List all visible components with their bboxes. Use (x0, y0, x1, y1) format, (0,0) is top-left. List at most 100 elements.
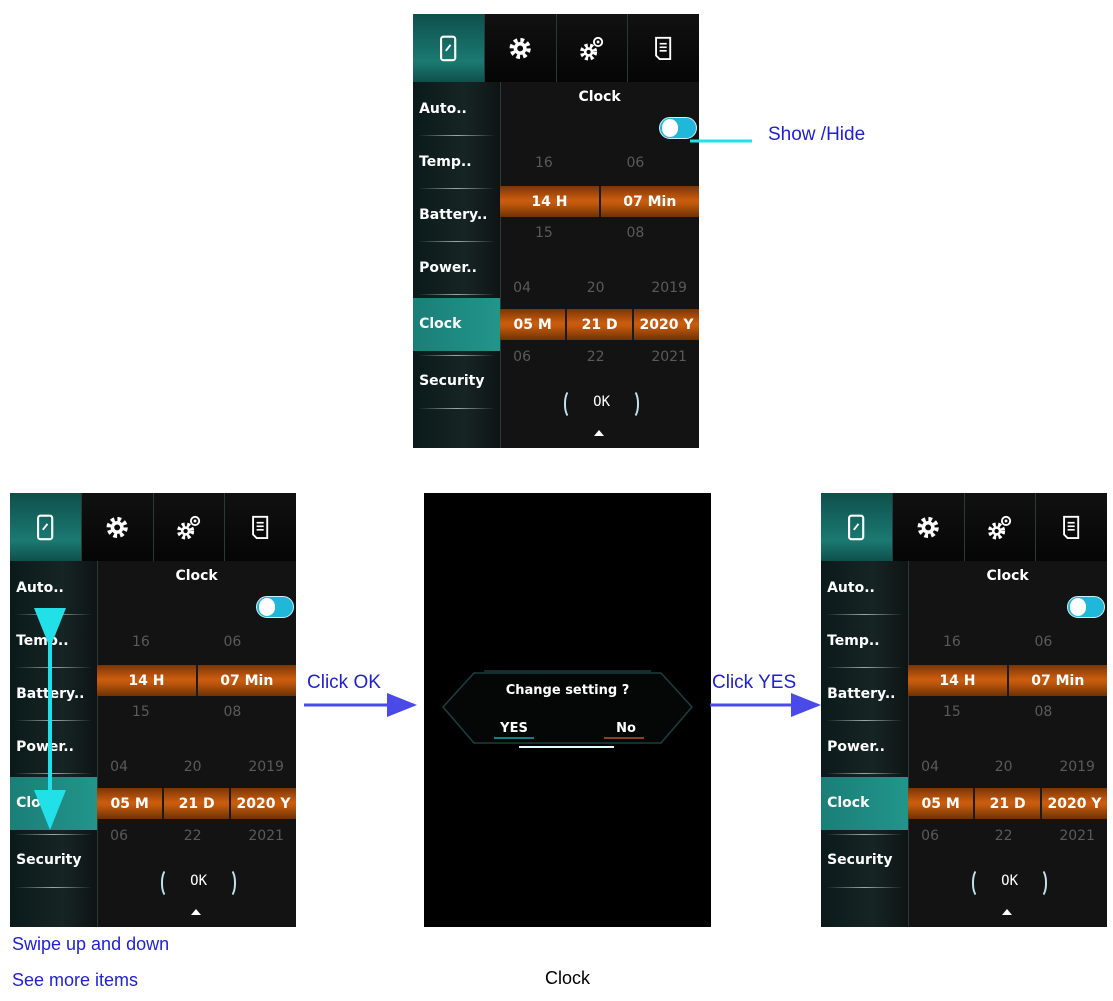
sidebar-item-power[interactable]: Power.. (10, 720, 97, 773)
yes-button[interactable]: YES (492, 721, 536, 736)
ok-button[interactable]: OK (160, 868, 237, 899)
caption: Clock (545, 968, 591, 988)
document-icon (1063, 515, 1080, 539)
clock-screen-top: Auto.. Temp.. Battery.. Power.. Clock Se… (413, 14, 699, 448)
dialog-frame (441, 670, 694, 748)
time-picker-selection[interactable]: 14 H 07 Min (97, 665, 296, 697)
clock-panel: Clock 16 06 14 H 07 Min 15 08 04 20 2019… (500, 82, 699, 448)
tab-settings[interactable] (81, 493, 154, 562)
sidebar-item-security[interactable]: Security (10, 834, 97, 887)
ok-label: OK (593, 394, 610, 411)
month-above: 04 (110, 758, 128, 775)
sidebar-item-label: Security (16, 852, 82, 869)
hour-value[interactable]: 14 H (97, 665, 198, 697)
sidebar-item-battery[interactable]: Battery.. (10, 667, 97, 720)
show-hide-toggle[interactable] (659, 116, 697, 139)
tab-bar (821, 493, 1107, 562)
sidebar-item-label: Security (827, 852, 893, 869)
minute-value[interactable]: 07 Min (198, 665, 296, 696)
year-value[interactable]: 2020 Y (634, 309, 699, 340)
date-picker-selection[interactable]: 05 M 21 D 2020 Y (500, 308, 699, 341)
tab-advanced[interactable] (964, 493, 1037, 562)
ok-button[interactable]: OK (971, 868, 1048, 899)
hour-value[interactable]: 14 H (500, 186, 601, 218)
month-value[interactable]: 05 M (500, 308, 568, 341)
sidebar-item-power[interactable]: Power.. (413, 241, 500, 294)
minute-value[interactable]: 07 Min (601, 186, 699, 217)
month-value[interactable]: 05 M (97, 787, 165, 820)
sidebar-item-label: Battery.. (827, 685, 896, 702)
date-picker-selection[interactable]: 05 M 21 D 2020 Y (97, 787, 296, 820)
sidebar-item-label: Auto.. (16, 579, 64, 596)
day-above: 20 (586, 279, 605, 296)
clock-screen-left: Auto.. Temp.. Battery.. Power.. Clock Se… (10, 493, 296, 927)
month-above: 04 (921, 758, 939, 775)
show-hide-toggle[interactable] (1067, 595, 1105, 618)
sidebar-item-clock[interactable]: Clock (821, 776, 909, 831)
tab-device[interactable] (10, 493, 82, 562)
day-value[interactable]: 21 D (975, 787, 1043, 820)
sidebar-item-battery[interactable]: Battery.. (821, 667, 908, 720)
sidebar-item-auto[interactable]: Auto.. (413, 82, 500, 135)
click-ok-label: Click OK (307, 672, 381, 693)
sidebar-item-label: Temp.. (419, 153, 472, 170)
ok-button[interactable]: OK (563, 389, 640, 420)
month-value[interactable]: 05 M (908, 787, 976, 820)
time-picker-selection[interactable]: 14 H 07 Min (908, 665, 1107, 697)
ok-label: OK (190, 873, 207, 890)
sidebar-item-label: Auto.. (419, 100, 467, 117)
tab-device[interactable] (413, 14, 485, 83)
sidebar-item-security[interactable]: Security (413, 355, 500, 408)
sidebar-item-label: Clock (16, 795, 59, 812)
year-value[interactable]: 2020 Y (231, 788, 296, 819)
year-value[interactable]: 2020 Y (1042, 788, 1107, 819)
sidebar-item-temp[interactable]: Temp.. (413, 135, 500, 188)
tab-info[interactable] (628, 14, 699, 83)
month-below: 06 (921, 828, 939, 845)
sidebar-item-label: Clock (827, 795, 870, 812)
no-button[interactable]: No (604, 721, 648, 736)
month-below: 06 (110, 828, 128, 845)
tab-advanced[interactable] (556, 14, 629, 83)
scroll-up-icon (1001, 908, 1012, 915)
hour-value[interactable]: 14 H (908, 665, 1009, 697)
sidebar-item-label: Temp.. (827, 632, 880, 649)
phone-icon (37, 514, 54, 540)
tab-device[interactable] (821, 493, 893, 562)
sidebar-item-clock[interactable]: Clock (413, 297, 501, 352)
tab-info[interactable] (1036, 493, 1107, 562)
tab-info[interactable] (225, 493, 296, 562)
sidebar-item-auto[interactable]: Auto.. (10, 561, 97, 614)
sidebar-item-power[interactable]: Power.. (821, 720, 908, 773)
date-picker-selection[interactable]: 05 M 21 D 2020 Y (908, 787, 1107, 820)
minute-below: 08 (1034, 703, 1053, 720)
sidebar-item-temp[interactable]: Temp.. (10, 614, 97, 667)
tab-advanced[interactable] (153, 493, 226, 562)
menu-sidebar: Auto.. Temp.. Battery.. Power.. Clock Se… (10, 561, 99, 927)
minute-value[interactable]: 07 Min (1009, 665, 1107, 696)
gears-icon (987, 515, 1011, 540)
hour-below: 15 (943, 703, 961, 720)
year-above: 2019 (248, 758, 284, 775)
sidebar-item-auto[interactable]: Auto.. (821, 561, 908, 614)
tab-settings[interactable] (484, 14, 557, 83)
year-below: 2021 (248, 828, 284, 845)
divider (15, 886, 92, 888)
sidebar-item-security[interactable]: Security (821, 834, 908, 887)
scroll-up-icon (593, 429, 604, 436)
minute-above: 06 (626, 155, 645, 172)
day-value[interactable]: 21 D (164, 787, 232, 820)
time-picker-selection[interactable]: 14 H 07 Min (500, 186, 699, 218)
tab-settings[interactable] (892, 493, 965, 562)
page-title: Clock (986, 568, 1029, 585)
sidebar-item-temp[interactable]: Temp.. (821, 614, 908, 667)
sidebar-item-clock[interactable]: Clock (10, 776, 98, 831)
day-value[interactable]: 21 D (567, 308, 635, 341)
sidebar-item-battery[interactable]: Battery.. (413, 188, 500, 241)
day-below: 22 (994, 828, 1013, 845)
gear-icon (106, 516, 128, 538)
hour-below: 15 (132, 703, 150, 720)
show-hide-toggle[interactable] (256, 595, 294, 618)
sidebar-item-label: Temp.. (16, 632, 69, 649)
hour-above: 16 (535, 155, 553, 172)
